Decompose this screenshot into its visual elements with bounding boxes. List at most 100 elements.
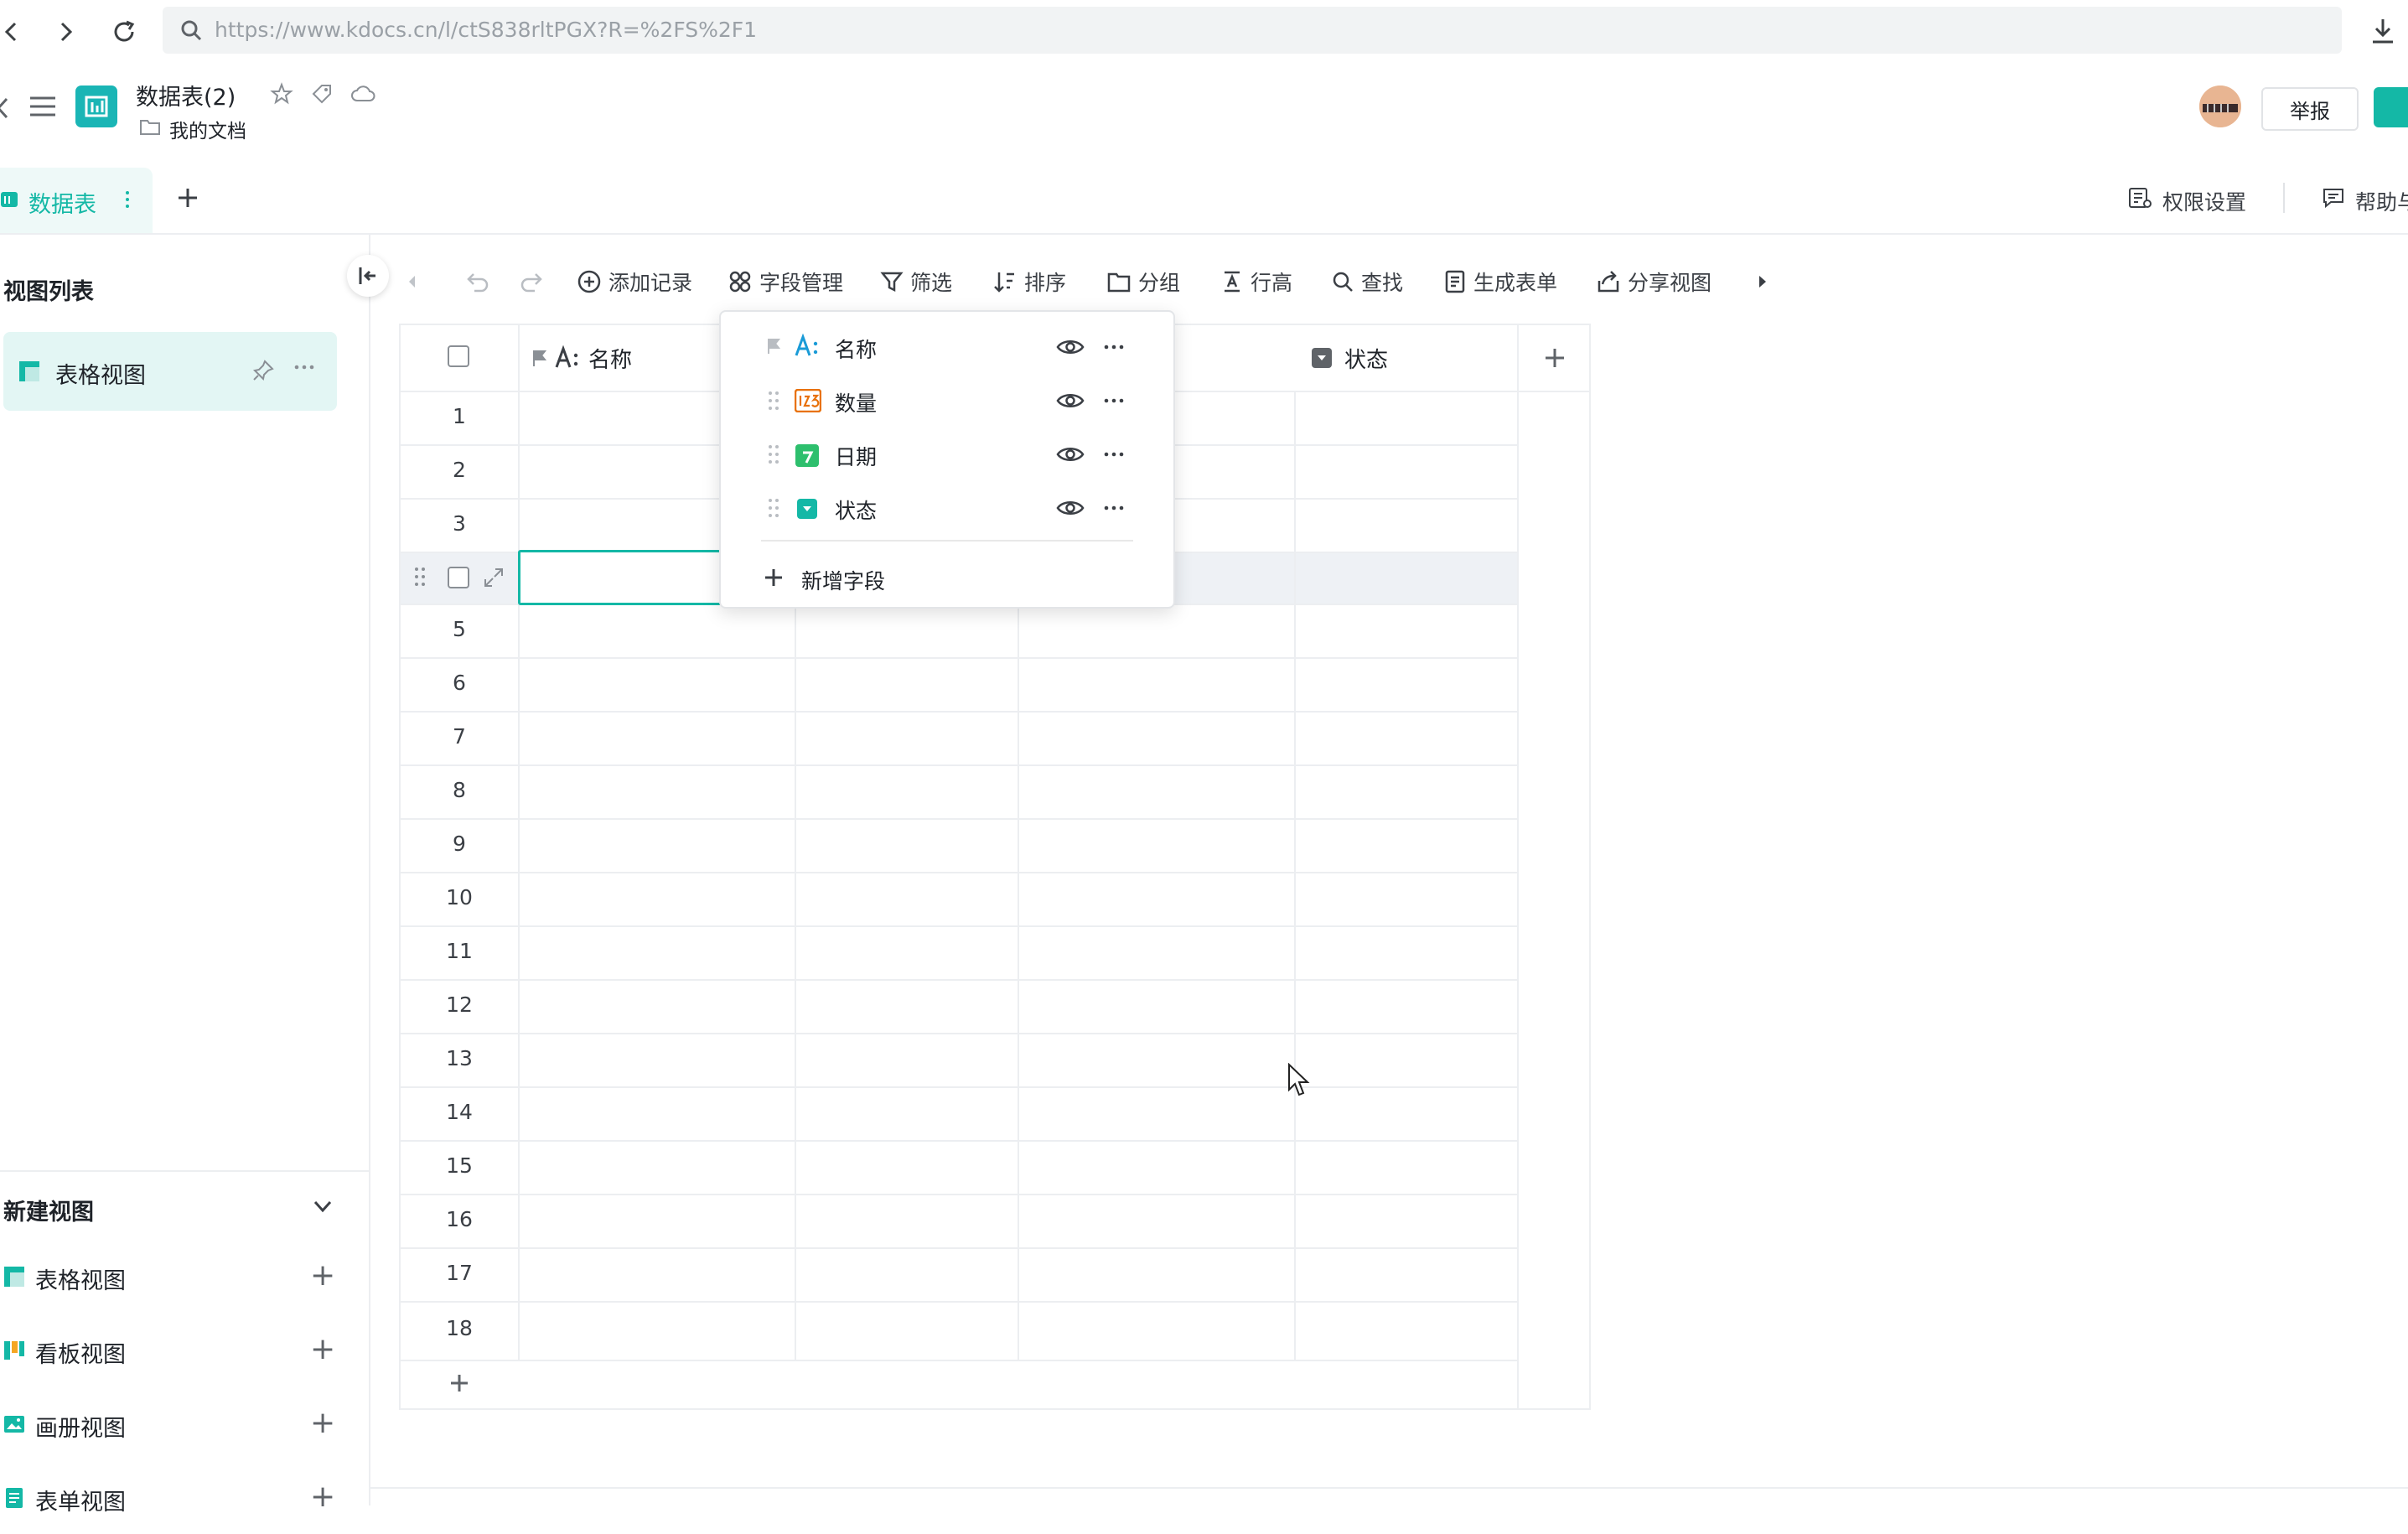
field-item-status[interactable]: 状态 — [721, 483, 1173, 536]
find-button[interactable]: 查找 — [1331, 262, 1403, 302]
grid-view-icon — [18, 360, 40, 382]
add-icon[interactable]: + — [310, 1259, 335, 1293]
field-item-name[interactable]: 名称 — [721, 322, 1173, 376]
divider — [401, 1086, 1519, 1088]
search-icon — [179, 18, 203, 42]
back-icon[interactable] — [0, 12, 32, 52]
add-field-label: 新增字段 — [801, 569, 886, 593]
add-sheet-icon[interactable] — [176, 186, 199, 210]
row-number: 5 — [453, 617, 466, 641]
share-button[interactable] — [2374, 87, 2408, 127]
eye-icon[interactable] — [1056, 391, 1085, 411]
cloud-icon[interactable] — [350, 82, 375, 106]
find-label: 查找 — [1361, 271, 1404, 295]
expand-record-icon[interactable] — [483, 567, 505, 588]
add-icon[interactable]: + — [310, 1480, 335, 1514]
drag-handle-icon[interactable] — [414, 565, 426, 588]
more-icon[interactable] — [1103, 344, 1125, 350]
comment-icon — [2322, 186, 2345, 210]
sort-icon — [994, 272, 1014, 293]
divider — [761, 540, 1133, 542]
add-field-button[interactable]: 新增字段 — [721, 552, 1173, 605]
pin-icon[interactable] — [251, 359, 275, 382]
column-header-label: 名称 — [588, 347, 633, 373]
sort-button[interactable]: 排序 — [992, 262, 1066, 302]
add-row-icon[interactable] — [448, 1371, 471, 1395]
collapse-sidebar-button[interactable] — [347, 255, 389, 297]
eye-icon[interactable] — [1056, 337, 1085, 357]
field-item-date[interactable]: 日期 — [721, 429, 1173, 483]
column-header-status[interactable]: 状态 — [1311, 325, 1529, 391]
search-icon — [1333, 272, 1353, 292]
tab-sheet-active[interactable]: 数据表 — [0, 168, 153, 233]
share-icon — [1598, 271, 1619, 293]
divider — [2283, 183, 2285, 213]
add-record-button[interactable]: 添加记录 — [577, 262, 692, 302]
view-sidebar: 视图列表 表格视图 新建视图 表格视图 + 看板视图 + 画册视图 + 表单视图… — [0, 235, 370, 1516]
forward-icon[interactable] — [45, 12, 85, 52]
row-number: 7 — [453, 724, 466, 749]
help-button[interactable]: 帮助与 — [2355, 186, 2408, 216]
divider — [1517, 325, 1519, 1408]
add-icon[interactable]: + — [310, 1333, 335, 1366]
group-button[interactable]: 分组 — [1106, 262, 1180, 302]
add-icon[interactable]: + — [310, 1407, 335, 1440]
row-number: 13 — [446, 1046, 473, 1070]
chevron-down-icon[interactable] — [310, 1194, 335, 1219]
menu-icon[interactable] — [28, 94, 57, 119]
divider — [401, 1301, 1519, 1303]
new-view-form[interactable]: 表单视图 + — [0, 1467, 369, 1534]
filter-label: 筛选 — [910, 271, 953, 295]
reload-icon[interactable] — [104, 12, 144, 52]
undo-icon[interactable] — [463, 262, 491, 302]
cursor-icon — [1287, 1063, 1313, 1098]
eye-icon[interactable] — [1056, 498, 1085, 518]
toolbar-more-arrow-icon[interactable] — [1757, 262, 1768, 302]
row-number: 3 — [453, 511, 466, 536]
new-view-gallery[interactable]: 画册视图 + — [0, 1393, 369, 1460]
download-icon[interactable] — [2369, 17, 2397, 45]
browser-toolbar: https://www.kdocs.cn/l/ctS838rltPGX?R=%2… — [0, 0, 2408, 64]
report-button[interactable]: 举报 — [2261, 87, 2359, 131]
field-label: 数量 — [835, 391, 878, 416]
field-item-quantity[interactable]: 数量 — [721, 376, 1173, 429]
eye-icon[interactable] — [1056, 444, 1085, 464]
collapse-left-icon[interactable] — [0, 96, 10, 121]
permissions-icon — [2127, 186, 2152, 210]
divider — [401, 1247, 1519, 1249]
scroll-left-icon[interactable] — [406, 262, 417, 302]
drag-handle-icon[interactable] — [768, 496, 779, 520]
row-number: 8 — [453, 778, 466, 802]
select-all-checkbox[interactable] — [448, 345, 469, 367]
field-label: 状态 — [835, 499, 878, 523]
add-column-icon[interactable] — [1542, 345, 1567, 371]
address-bar[interactable]: https://www.kdocs.cn/l/ctS838rltPGX?R=%2… — [163, 7, 2342, 54]
star-icon[interactable] — [270, 82, 293, 106]
more-icon[interactable] — [293, 364, 315, 371]
more-icon[interactable] — [1103, 397, 1125, 404]
avatar[interactable] — [2199, 86, 2241, 127]
new-view-grid[interactable]: 表格视图 + — [0, 1246, 369, 1313]
filter-button[interactable]: 筛选 — [880, 262, 952, 302]
sidebar-item-grid-view[interactable]: 表格视图 — [3, 332, 337, 411]
document-title[interactable]: 数据表(2) — [136, 79, 236, 111]
more-vertical-icon[interactable] — [122, 188, 132, 211]
new-view-kanban[interactable]: 看板视图 + — [0, 1319, 369, 1386]
drag-handle-icon[interactable] — [768, 443, 779, 466]
document-path[interactable]: 我的文档 — [169, 115, 246, 143]
row-height-button[interactable]: 行高 — [1220, 262, 1292, 302]
tag-icon[interactable] — [310, 82, 334, 106]
row-number: 6 — [453, 671, 466, 695]
row-number: 15 — [446, 1153, 473, 1178]
permissions-button[interactable]: 权限设置 — [2162, 186, 2246, 216]
row-height-label: 行高 — [1251, 271, 1293, 295]
row-number: 16 — [446, 1207, 473, 1231]
share-view-button[interactable]: 分享视图 — [1596, 262, 1711, 302]
row-checkbox[interactable] — [448, 567, 469, 588]
generate-form-button[interactable]: 生成表单 — [1443, 262, 1557, 302]
field-manage-button[interactable]: 字段管理 — [728, 262, 843, 302]
more-icon[interactable] — [1103, 505, 1125, 511]
drag-handle-icon[interactable] — [768, 389, 779, 412]
more-icon[interactable] — [1103, 451, 1125, 458]
redo-icon[interactable] — [518, 262, 546, 302]
